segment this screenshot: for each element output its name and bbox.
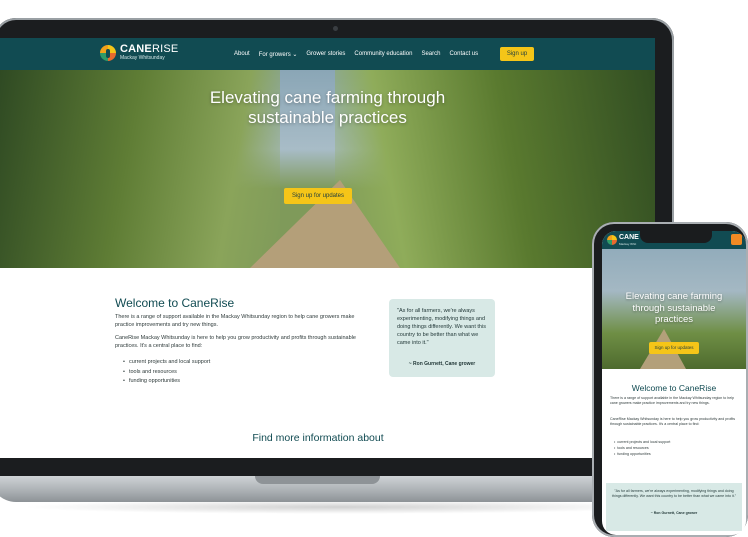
mobile-brand-subtitle: Mackay Whit [619,242,637,246]
hero-title: Elevating cane farming through sustainab… [0,88,655,128]
phone-screen: CANE Mackay Whit Elevating cane farming … [602,231,746,535]
brand-bold: CANE [120,43,152,55]
list-item: current projects and local support [123,358,210,368]
mobile-hero: Elevating cane farming through sustainab… [602,249,746,369]
nav-item-community-education[interactable]: Community education [354,51,412,57]
laptop-shadow [20,500,660,514]
mobile-quote-author: ~ Ron Gurnett, Cane grower [650,511,698,515]
logo-text: CANERISE Mackay Whitsunday [120,44,178,61]
laptop-base [0,476,690,502]
mobile-hero-title-line-2: through sustainable [632,302,716,314]
phone-notch [640,231,712,243]
signup-button[interactable]: Sign up [500,47,534,61]
camera-icon [333,26,338,31]
mobile-paragraph-2: CaneRise Mackay Whitsunday is here to he… [610,417,736,427]
quote-card: "As for all farmers, we're always experi… [389,299,495,377]
laptop-bezel-bottom [0,458,655,476]
hero-title-line-1: Elevating cane farming through [209,88,446,107]
welcome-title: Welcome to CaneRise [115,296,235,310]
list-item: tools and resources [123,368,210,378]
nav-item-search[interactable]: Search [421,51,440,57]
find-more-heading: Find more information about [252,432,384,444]
mobile-hero-title: Elevating cane farming through sustainab… [602,291,746,326]
laptop-notch [255,476,380,484]
quote-author: ~ Ron Gurnett, Cane grower [408,361,476,367]
welcome-list: current projects and local support tools… [123,358,210,387]
mobile-brand: CANE [619,234,639,241]
list-item: funding opportunities [614,451,670,457]
top-nav: CANERISE Mackay Whitsunday About For gro… [0,38,655,70]
brand-light: RISE [151,43,179,55]
mobile-list: current projects and local support tools… [614,439,670,457]
brand-name: CANERISE [120,44,178,55]
welcome-paragraph-1: There is a range of support available in… [115,314,355,328]
mobile-logo-icon[interactable] [607,235,617,245]
mobile-menu-icon[interactable] [731,234,742,245]
nav-item-grower-stories[interactable]: Grower stories [306,51,345,57]
mobile-paragraph-1: There is a range of support available in… [610,396,735,406]
list-item: funding opportunities [123,377,210,387]
nav-item-contact-us[interactable]: Contact us [449,51,478,57]
site-logo[interactable]: CANERISE Mackay Whitsunday [100,44,178,61]
nav-item-about[interactable]: About [234,51,250,57]
logo-icon [100,44,116,61]
mobile-signup-button[interactable]: Sign up for updates [649,342,699,354]
mobile-welcome-title: Welcome to CaneRise [631,383,717,393]
nav-links: About For growers ⌄ Grower stories Commu… [234,38,478,70]
mobile-quote-card: "As for all farmers, we're always experi… [606,483,742,531]
quote-text: "As for all farmers, we're always experi… [397,308,486,346]
brand-subtitle: Mackay Whitsunday [120,55,165,61]
mobile-hero-title-line-1: Elevating cane farming [625,291,723,302]
hero-title-line-2: sustainable practices [248,108,407,127]
mobile-quote-text: "As for all farmers, we're always experi… [611,489,737,499]
hero-signup-button[interactable]: Sign up for updates [284,188,352,204]
mobile-hero-title-line-3: practices [654,314,693,325]
welcome-paragraph-2: CaneRise Mackay Whitsunday is here to he… [115,335,356,349]
nav-item-for-growers[interactable]: For growers ⌄ [259,51,298,58]
